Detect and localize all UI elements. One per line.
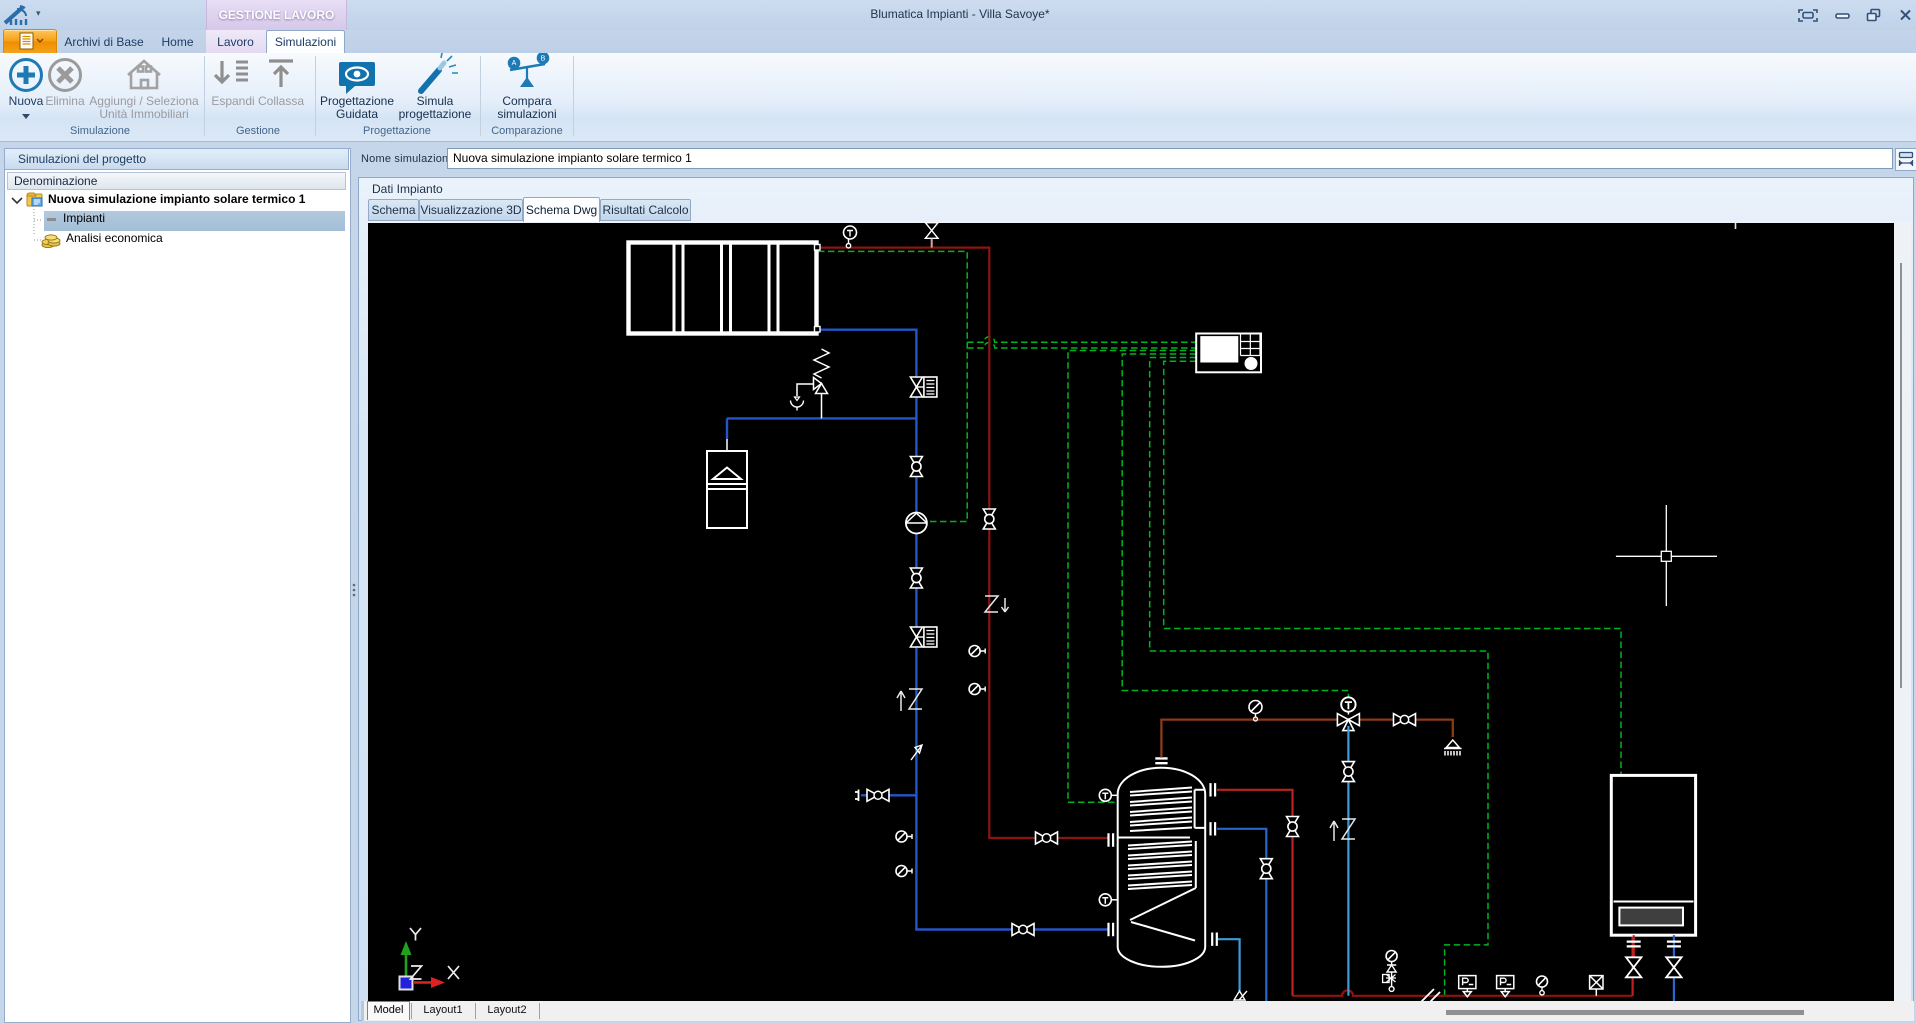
svg-text:A: A (512, 60, 517, 67)
svg-text:Unità Immobiliari: Unità Immobiliari (99, 107, 188, 121)
svg-text:Elimina: Elimina (45, 94, 85, 108)
svg-text:Espandi: Espandi (211, 94, 254, 108)
svg-text:Compara: Compara (502, 94, 552, 108)
svg-text:Simula: Simula (417, 94, 454, 108)
svg-text:Nuova: Nuova (9, 94, 44, 108)
svg-text:Progettazione: Progettazione (320, 94, 394, 108)
svg-text:Guidata: Guidata (336, 107, 378, 121)
svg-text:progettazione: progettazione (399, 107, 472, 121)
svg-text:Aggiungi / Seleziona: Aggiungi / Seleziona (89, 94, 199, 108)
svg-text:simulazioni: simulazioni (497, 107, 556, 121)
svg-text:B: B (541, 55, 546, 62)
svg-text:Collassa: Collassa (258, 94, 304, 108)
